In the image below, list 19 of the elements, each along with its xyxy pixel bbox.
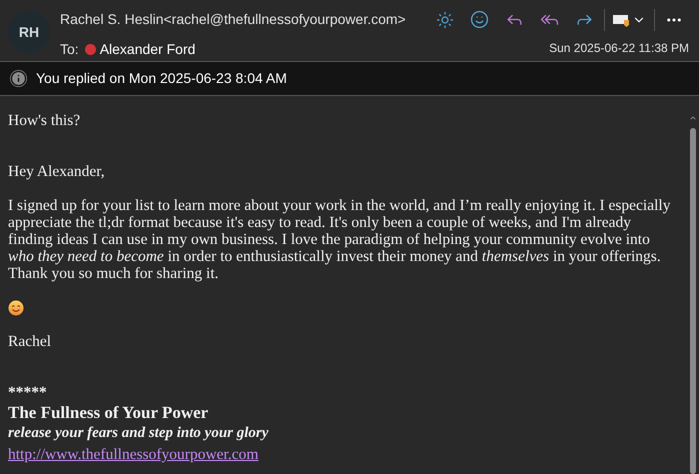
body-text: Rachel — [8, 333, 52, 350]
body-text: How's this? — [8, 112, 82, 129]
sent-date: Sun 2025-06-22 11:38 PM — [549, 40, 689, 57]
signature-tagline: release your fears and step into your glory — [8, 424, 270, 443]
recipient-name[interactable]: Alexander Ford — [100, 39, 196, 60]
website-link[interactable]: http://www.thefullnessofyourpower.com — [8, 444, 258, 465]
smiling-face-icon — [8, 300, 24, 316]
signature-title: The Fullness of Your Power — [8, 402, 210, 423]
replied-notice: You replied on Mon 2025-06-23 8:04 AM — [36, 69, 287, 88]
avatar: RH — [8, 11, 50, 53]
scroll-up-icon — [689, 114, 697, 122]
body-text: Hey Alexander, — [8, 163, 106, 180]
sender-name: Rachel S. Heslin<rachel@thefullnessofyourpower.com> — [60, 10, 407, 28]
to-label: To: — [60, 40, 79, 59]
body-text: I signed up for your list to learn more about your work in the world, and I’m really enjoying it. I especially appreciate the tl;dr format because it's easy to read. It's only been a couple of weeks, and I'm already finding ideas I can use in my own business. I love the paradigm of helping your community evolve into who they need to become in order to enthusiastically invest their money and themselves in your offerings. Thank you so much for sharing it. — [8, 197, 672, 282]
scrollbar-thumb[interactable] — [690, 128, 696, 474]
info-icon — [10, 70, 27, 87]
envelope-tag-icon — [613, 12, 630, 26]
signature-divider-text: ***** — [8, 384, 48, 402]
